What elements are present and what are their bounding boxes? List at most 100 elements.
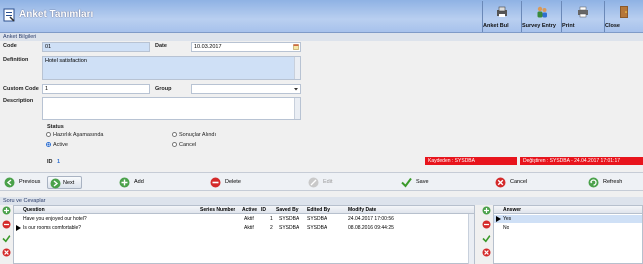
previous-button[interactable]: Previous <box>4 176 42 189</box>
arrow-left-icon <box>4 177 15 188</box>
description-scrollbar[interactable] <box>294 98 300 119</box>
custom-code-label: Custom Code <box>3 86 39 92</box>
questions-grid-header: Question Series Number Active ID Saved B… <box>14 206 474 214</box>
answer-label: No <box>503 225 510 231</box>
description-textarea[interactable] <box>42 97 301 120</box>
confirm-question-icon[interactable] <box>2 234 11 243</box>
print-label: Print <box>562 23 575 29</box>
radio-dot <box>46 142 51 148</box>
plus-icon <box>119 177 130 188</box>
survey-entry-label: Survey Entry <box>522 23 556 29</box>
definition-textarea[interactable]: Hotel satisfaction <box>42 56 301 80</box>
info-group-header: Anket Bilgileri <box>0 33 643 41</box>
list-item[interactable]: No <box>494 224 642 232</box>
cancel-question-icon[interactable] <box>2 248 11 257</box>
door-exit-icon <box>620 6 628 18</box>
code-value: 01 <box>45 44 52 50</box>
group-select[interactable] <box>191 84 301 94</box>
app-icon <box>3 8 15 22</box>
add-button[interactable]: Add <box>119 176 159 189</box>
print-button[interactable]: Print <box>561 1 604 32</box>
table-row[interactable]: Is our rooms comfortable? Aktif 2 SYSDBA… <box>14 224 474 232</box>
column-header-answer[interactable]: Answer <box>503 206 521 214</box>
window-title: Anket Tanımları <box>19 9 94 20</box>
cancel-icon <box>495 177 506 188</box>
column-header-modify-date[interactable]: Modify Date <box>348 206 376 214</box>
id-label: ID <box>47 159 53 165</box>
cell-id: 2 <box>270 225 273 231</box>
cell-edited-by: SYSDBA <box>307 225 328 231</box>
cancel-label: Cancel <box>510 179 528 185</box>
refresh-label: Refresh <box>603 179 623 185</box>
users-icon <box>537 6 547 18</box>
close-label: Close <box>605 23 620 29</box>
cell-question: Have you enjoyed our hotel? <box>23 216 87 222</box>
add-label: Add <box>134 179 144 185</box>
remove-answer-icon[interactable] <box>482 220 491 229</box>
code-field[interactable]: 01 <box>42 42 150 52</box>
description-label: Description <box>3 98 34 104</box>
custom-code-field[interactable]: 1 <box>42 84 150 94</box>
save-button[interactable]: Save <box>401 176 441 189</box>
answer-label: Yes <box>503 216 512 222</box>
cancel-button[interactable]: Cancel <box>495 176 535 189</box>
cell-active: Aktif <box>244 216 254 222</box>
cell-modify-date: 08.08.2016 09:44:25 <box>348 225 394 231</box>
delete-button[interactable]: Delete <box>210 176 255 189</box>
date-label: Date <box>155 43 167 49</box>
radio-dot <box>172 132 177 138</box>
anket-bul-button[interactable]: Anket Bul <box>482 1 521 32</box>
cell-saved-by: SYSDBA <box>279 216 300 222</box>
remove-question-icon[interactable] <box>2 220 11 229</box>
column-header-edited-by[interactable]: Edited By <box>307 206 330 214</box>
save-label: Save <box>416 179 429 185</box>
previous-label: Previous <box>19 179 41 185</box>
date-field[interactable]: 10.03.2017 <box>191 42 301 52</box>
column-header-id[interactable]: ID <box>261 206 266 214</box>
list-item[interactable]: Yes <box>494 215 642 223</box>
code-label: Code <box>3 43 17 49</box>
column-header-series-number[interactable]: Series Number <box>200 206 235 214</box>
checkmark-icon <box>401 177 412 188</box>
close-button[interactable]: Close <box>604 1 643 32</box>
add-answer-icon[interactable] <box>482 206 491 215</box>
refresh-button[interactable]: Refresh <box>588 176 633 189</box>
status-label: Status <box>47 124 64 130</box>
status-radio-cancel[interactable]: Cancel <box>172 142 196 148</box>
delete-label: Delete <box>225 179 241 185</box>
add-question-icon[interactable] <box>2 206 11 215</box>
definition-scrollbar[interactable] <box>294 57 300 79</box>
definition-value: Hotel satisfaction <box>45 58 87 64</box>
status-radio-sonuclar[interactable]: Sonuçlar Alındı <box>172 132 216 138</box>
custom-code-value: 1 <box>45 86 49 92</box>
row-pointer-icon <box>496 216 501 222</box>
questions-grid[interactable]: Question Series Number Active ID Saved B… <box>13 205 475 264</box>
cancel-answer-icon[interactable] <box>482 248 491 257</box>
column-header-active[interactable]: Active <box>242 206 257 214</box>
status-radio-hazirlik[interactable]: Hazırlık Aşamasında <box>46 132 103 138</box>
group-label: Group <box>155 86 172 92</box>
created-by-badge: Kaydeden : SYSDBA <box>425 157 517 165</box>
next-button[interactable]: Next <box>47 176 82 189</box>
radio-dot <box>46 132 51 138</box>
survey-entry-button[interactable]: Survey Entry <box>521 1 561 32</box>
status-option-label: Cancel <box>179 142 197 148</box>
anket-bul-label: Anket Bul <box>483 23 509 29</box>
confirm-answer-icon[interactable] <box>482 234 491 243</box>
refresh-icon <box>588 177 599 188</box>
table-row[interactable]: Have you enjoyed our hotel? Aktif 1 SYSD… <box>14 215 474 223</box>
status-radio-active[interactable]: Active <box>46 142 68 148</box>
action-toolbar: Previous Next Add Delete Edit Save Cance… <box>0 172 643 191</box>
edit-button[interactable]: Edit <box>308 176 348 189</box>
cell-id: 1 <box>270 216 273 222</box>
arrow-right-icon <box>50 178 61 189</box>
questions-scrollbar[interactable] <box>468 214 474 264</box>
calendar-icon[interactable] <box>293 44 299 50</box>
title-bar: Anket Tanımları Anket Bul Survey Entry P… <box>0 0 643 33</box>
column-header-question[interactable]: Question <box>23 206 45 214</box>
status-option-label: Sonuçlar Alındı <box>179 132 216 138</box>
row-pointer-icon <box>16 225 21 231</box>
id-value: 1 <box>57 159 61 165</box>
answers-grid[interactable]: Answer Yes No <box>493 205 643 264</box>
column-header-saved-by[interactable]: Saved By <box>276 206 299 214</box>
